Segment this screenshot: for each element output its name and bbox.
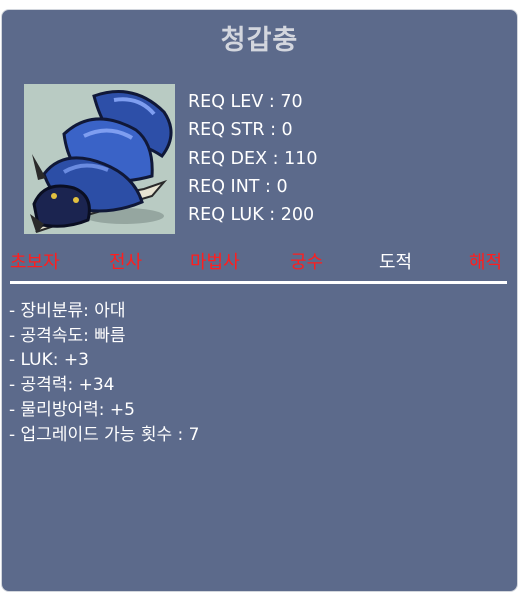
divider bbox=[10, 281, 507, 284]
stat-attack-speed: - 공격속도: 빠름 bbox=[9, 325, 126, 346]
job-thief: 도적 bbox=[379, 252, 413, 273]
req-int: REQ INT : 0 bbox=[188, 176, 288, 197]
job-pirate: 해적 bbox=[469, 252, 503, 273]
blue-beetle-claw-icon bbox=[30, 90, 173, 233]
req-luk: REQ LUK : 200 bbox=[188, 205, 315, 226]
requirements-list: REQ LEV : 70 REQ STR : 0 REQ DEX : 110 R… bbox=[188, 88, 318, 229]
item-tooltip-card: 청갑충 REQ LEV : 70 REQ STR : 0 REQ DEX: 1… bbox=[1, 9, 518, 592]
item-stats: - 장비분류: 아대 - 공격속도: 빠름 - LUK: +3 - 공격력: +… bbox=[9, 299, 199, 447]
job-archer: 궁수 bbox=[290, 252, 324, 273]
req-level: REQ LEV : 70 bbox=[188, 92, 303, 112]
stat-defense: - 물리방어력: +5 bbox=[9, 399, 135, 420]
job-magician: 마법사 bbox=[190, 252, 240, 273]
stat-upgrades: - 업그레이드 가능 횟수 : 7 bbox=[9, 424, 200, 445]
job-warrior: 전사 bbox=[109, 252, 143, 273]
req-dex: REQ DEX : 110 bbox=[188, 148, 318, 169]
stat-category: - 장비분류: 아대 bbox=[9, 301, 126, 321]
job-list: 초보자 전사 마법사 궁수 도적 해적 bbox=[2, 248, 517, 274]
stat-luk: - LUK: +3 bbox=[9, 350, 89, 371]
job-beginner: 초보자 bbox=[10, 252, 60, 273]
item-image bbox=[24, 84, 175, 234]
stat-attack: - 공격력: +34 bbox=[9, 375, 115, 396]
item-name: 청갑충 bbox=[220, 25, 299, 56]
req-str: REQ STR : 0 bbox=[188, 120, 293, 141]
